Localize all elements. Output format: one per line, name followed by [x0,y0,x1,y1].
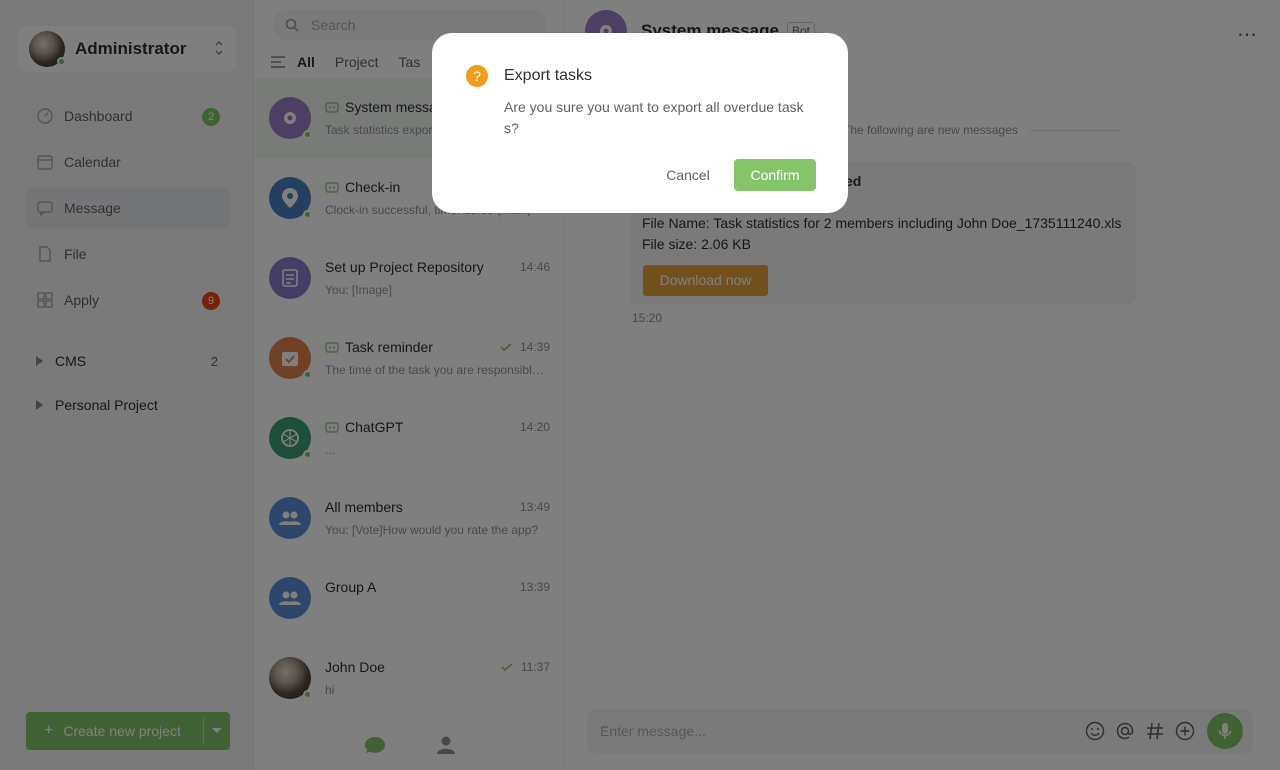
dialog-message: Are you sure you want to export all over… [504,99,804,136]
dialog-title: Export tasks [504,67,593,84]
export-tasks-dialog: ? Export tasks Are you sure you want to … [432,33,848,213]
cancel-button[interactable]: Cancel [654,159,722,191]
confirm-button[interactable]: Confirm [734,159,816,191]
question-icon: ? [466,65,488,87]
